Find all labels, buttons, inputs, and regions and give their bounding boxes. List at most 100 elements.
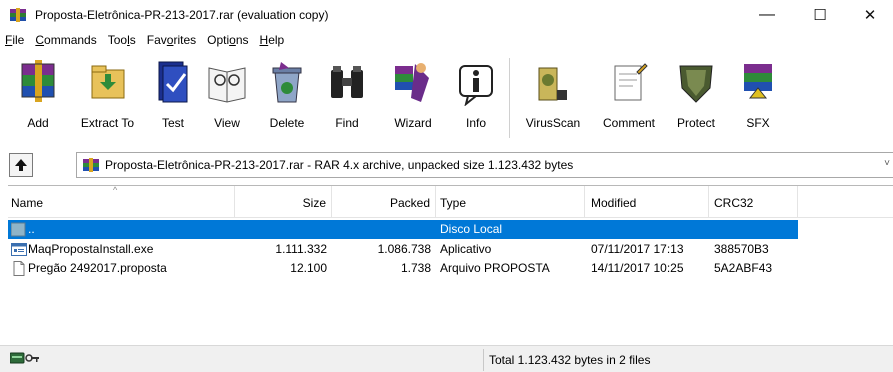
- row-crc32: 388570B3: [714, 242, 769, 256]
- file-list[interactable]: ^ Name Size Packed Type Modified CRC32 .…: [8, 185, 893, 342]
- test-check-icon: [151, 58, 195, 106]
- wizard-button[interactable]: Wizard: [377, 52, 449, 144]
- find-label: Find: [335, 116, 359, 130]
- menu-tools-post: s: [129, 33, 136, 47]
- archive-path-text: Proposta-Eletrônica-PR-213-2017.rar - RA…: [105, 158, 574, 172]
- status-divider: [483, 349, 484, 371]
- find-button[interactable]: Find: [317, 52, 377, 144]
- wizard-label: Wizard: [394, 116, 432, 130]
- add-label: Add: [27, 116, 49, 130]
- menu-tools[interactable]: Tools: [108, 33, 136, 47]
- menu-help[interactable]: Help: [260, 33, 285, 47]
- menu-options-post: ns: [235, 33, 249, 47]
- info-button[interactable]: Info: [449, 52, 503, 144]
- row-size: 1.111.332: [275, 242, 327, 256]
- status-bar: Total 1.123.432 bytes in 2 files: [0, 345, 893, 372]
- title-bar[interactable]: Proposta-Eletrônica-PR-213-2017.rar (eva…: [0, 0, 893, 30]
- up-one-level-button[interactable]: [9, 153, 33, 177]
- close-button[interactable]: ✕: [847, 0, 893, 30]
- window-title: Proposta-Eletrônica-PR-213-2017.rar (eva…: [35, 8, 329, 22]
- test-button[interactable]: Test: [149, 52, 197, 144]
- column-header-crc32[interactable]: CRC32: [709, 186, 798, 218]
- menu-options-key: o: [229, 33, 236, 47]
- view-book-glasses-icon: [205, 58, 249, 106]
- toolbar-separator: [509, 58, 510, 138]
- sfx-archive-icon: [736, 58, 780, 106]
- extract-folder-icon: [86, 58, 130, 106]
- test-label: Test: [161, 116, 184, 130]
- row-packed: 1.086.738: [377, 242, 431, 256]
- protect-shield-icon: [674, 58, 718, 106]
- comment-pencil-icon: [607, 58, 651, 106]
- folder-up-icon: [10, 222, 27, 237]
- row-size: 12.100: [290, 261, 327, 275]
- chevron-down-icon[interactable]: ˅: [884, 158, 890, 169]
- row-selection-highlight: [8, 220, 798, 239]
- table-row[interactable]: MaqPropostaInstall.exe 1.111.332 1.086.7…: [8, 240, 893, 259]
- menu-file[interactable]: File: [5, 33, 24, 47]
- menu-help-post: elp: [268, 33, 285, 47]
- column-header-type[interactable]: Type: [436, 186, 585, 218]
- wizard-icon: [391, 58, 435, 106]
- virusscan-button[interactable]: VirusScan: [512, 52, 594, 144]
- sfx-label: SFX: [746, 116, 770, 130]
- exe-file-icon: [11, 242, 27, 257]
- extract-to-button[interactable]: Extract To: [66, 52, 149, 144]
- rar-archive-icon: [83, 158, 99, 172]
- table-row[interactable]: Pregão 2492017.proposta 12.100 1.738 Arq…: [8, 259, 893, 278]
- row-modified: 14/11/2017 10:25: [591, 261, 684, 275]
- comment-button[interactable]: Comment: [594, 52, 664, 144]
- view-button[interactable]: View: [197, 52, 257, 144]
- virus-scan-icon: [531, 58, 575, 106]
- table-row[interactable]: .. Disco Local: [8, 220, 893, 239]
- info-icon: [454, 58, 498, 107]
- column-header-name[interactable]: Name: [8, 186, 235, 218]
- list-header: ^ Name Size Packed Type Modified CRC32: [8, 185, 893, 218]
- sfx-button[interactable]: SFX: [728, 52, 788, 144]
- document-file-icon: [11, 261, 27, 276]
- column-header-size[interactable]: Size: [235, 186, 332, 218]
- row-name: MaqPropostaInstall.exe: [28, 242, 154, 256]
- row-name: ..: [28, 222, 35, 236]
- address-bar: Proposta-Eletrônica-PR-213-2017.rar - RA…: [0, 148, 893, 182]
- menu-commands-post: ommands: [44, 33, 97, 47]
- virusscan-label: VirusScan: [525, 116, 581, 130]
- delete-button[interactable]: Delete: [257, 52, 317, 144]
- row-name: Pregão 2492017.proposta: [28, 261, 167, 275]
- comment-label: Comment: [602, 116, 655, 130]
- delete-label: Delete: [269, 116, 305, 130]
- menu-tools-pre: Too: [107, 33, 128, 47]
- protect-button[interactable]: Protect: [664, 52, 728, 144]
- minimize-button[interactable]: —: [744, 0, 790, 30]
- up-arrow-icon: [15, 159, 27, 171]
- menu-favorites-post: rites: [173, 33, 197, 47]
- maximize-button[interactable]: ☐: [797, 0, 843, 30]
- menu-help-key: H: [259, 33, 269, 47]
- column-header-packed[interactable]: Packed: [332, 186, 436, 218]
- row-type: Arquivo PROPOSTA: [440, 261, 550, 275]
- column-header-modified[interactable]: Modified: [585, 186, 709, 218]
- menu-options-pre: Opti: [207, 33, 230, 47]
- drive-key-icon[interactable]: [10, 352, 40, 364]
- menu-file-post: ile: [12, 33, 25, 47]
- archive-path-field[interactable]: Proposta-Eletrônica-PR-213-2017.rar - RA…: [76, 152, 893, 178]
- toolbar: Add Extract To Test View Delete Find Wiz…: [0, 52, 893, 144]
- view-label: View: [214, 116, 240, 130]
- menu-favorites-pre: Fav: [146, 33, 167, 47]
- info-label: Info: [465, 116, 486, 130]
- find-binoculars-icon: [325, 58, 369, 106]
- winrar-app-icon: [9, 7, 27, 23]
- menu-bar: File Commands Tools Favorites Options He…: [0, 30, 893, 50]
- menu-commands[interactable]: Commands: [35, 33, 96, 47]
- menu-options[interactable]: Options: [207, 33, 248, 47]
- row-type: Disco Local: [440, 222, 503, 236]
- row-crc32: 5A2ABF43: [714, 261, 773, 275]
- delete-recycle-icon: [265, 58, 309, 106]
- row-type: Aplicativo: [440, 242, 492, 256]
- menu-favorites[interactable]: Favorites: [147, 33, 196, 47]
- archive-books-icon: [16, 58, 60, 106]
- row-modified: 07/11/2017 17:13: [591, 242, 684, 256]
- status-total-text: Total 1.123.432 bytes in 2 files: [489, 353, 651, 367]
- menu-commands-key: C: [35, 33, 45, 47]
- add-button[interactable]: Add: [10, 52, 66, 144]
